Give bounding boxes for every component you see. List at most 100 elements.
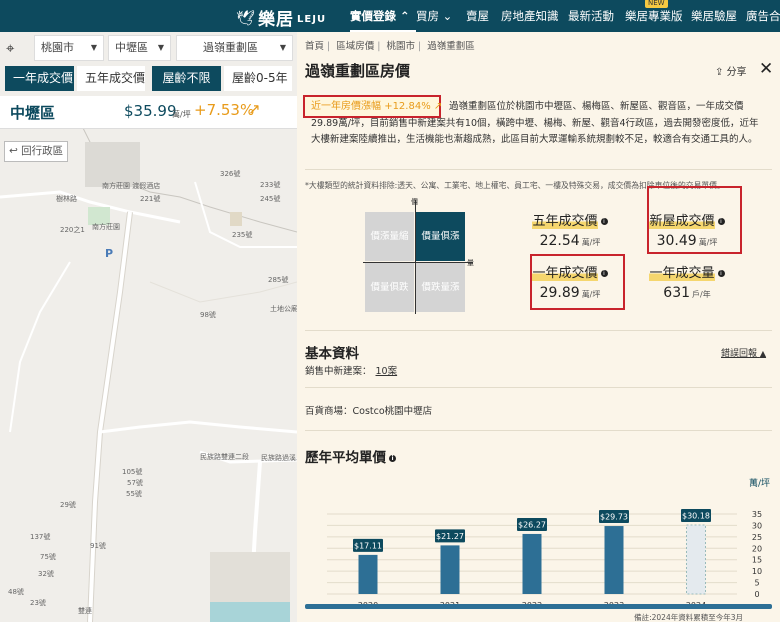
- chart-y-tick: 30: [752, 521, 762, 530]
- quadrant-cell-active: 價量俱漲: [416, 212, 465, 261]
- price-trend-badge: 近一年房價漲幅 +12.84% ↗: [303, 95, 443, 118]
- breadcrumb-city[interactable]: 桃園市: [387, 41, 416, 52]
- tab-five-year-price[interactable]: 五年成交價: [77, 66, 145, 91]
- chart-bar: [440, 545, 460, 594]
- detail-panel: 首頁 | 區域房價 | 桃園市 | 過嶺重劃區 過嶺重劃區房價 ⇪ 分享 ✕ 過嶺重劃…: [297, 32, 780, 622]
- trend-up-icon: ↗: [248, 100, 261, 118]
- leju-bird-icon: 🕊: [236, 8, 256, 27]
- chevron-down-icon: ▼: [157, 43, 164, 52]
- area-price: $35.99: [124, 102, 177, 120]
- map-label: 245號: [260, 195, 281, 203]
- map-label: 民族路雙連二段: [200, 453, 249, 461]
- nav-item-inspection[interactable]: 樂居驗屋: [691, 0, 746, 32]
- warning-icon: ▲: [759, 349, 767, 358]
- area-name: 中壢區: [10, 104, 56, 122]
- map-label: 285號: [268, 276, 289, 284]
- chevron-down-icon: ▼: [90, 43, 97, 52]
- chart-y-tick: 20: [752, 544, 762, 553]
- chart-bar: [604, 526, 624, 594]
- tab-age-any[interactable]: 屋齡不限: [152, 66, 221, 91]
- chart-data-label: $26.27: [518, 520, 546, 529]
- breadcrumb-zone[interactable]: 過嶺重劃區: [427, 41, 475, 52]
- nav-item-sell[interactable]: 賣屋: [466, 0, 501, 32]
- trend-label: 近一年房價漲幅: [311, 101, 381, 112]
- chart-y-tick: 10: [752, 567, 762, 576]
- tab-age-0-5[interactable]: 屋齡0-5年: [224, 66, 292, 91]
- chart-title-text: 歷年平均單價: [305, 450, 386, 466]
- trend-up-icon: ↗: [433, 101, 443, 112]
- stat-value: 631: [663, 285, 691, 301]
- area-summary-card[interactable]: 中壢區 $35.99 萬/坪 +7.53% ↗: [0, 96, 297, 129]
- divider: [305, 387, 772, 388]
- quadrant-cell: 價跌量漲: [416, 263, 465, 312]
- chart-data-label: $30.18: [682, 512, 710, 521]
- info-icon[interactable]: i: [600, 218, 608, 225]
- error-report-label: 錯誤回報: [721, 349, 758, 359]
- area-change: +7.53%: [194, 101, 255, 119]
- map-label: 雙連: [78, 607, 92, 615]
- divider: [305, 430, 772, 431]
- new-badge: NEW: [645, 0, 668, 8]
- map-label: 91號: [90, 542, 106, 550]
- back-arrow-icon: ↩: [9, 145, 22, 157]
- zone-select-value: 過嶺重劃區: [203, 41, 258, 54]
- stat-unit: 戶/年: [692, 290, 711, 299]
- chart-footnote: 備註:2024年資料累積至今年3月: [634, 612, 743, 622]
- share-label: 分享: [726, 67, 747, 78]
- map-label: 137號: [30, 533, 51, 541]
- nav-item-price-registry[interactable]: 實價登錄 ⌃: [350, 0, 416, 32]
- quadrant-axis-y: [415, 200, 416, 314]
- back-to-district-button[interactable]: ↩ 回行政區: [4, 141, 68, 162]
- nav-item-ads[interactable]: 廣告合作: [746, 0, 780, 32]
- divider: [305, 169, 772, 170]
- tab-one-year-price[interactable]: 一年成交價: [5, 66, 74, 91]
- top-navigation-bar: 🕊 樂居 LEJU 實價登錄 ⌃ 買房 ⌄ 賣屋 房地產知識 最新活動 樂居專業…: [0, 0, 780, 32]
- map-label: 29號: [60, 501, 76, 509]
- map-label: 土地公廟: [270, 305, 297, 313]
- logo-text: 樂居: [258, 10, 295, 30]
- close-icon[interactable]: ✕: [759, 59, 773, 79]
- breadcrumb-region[interactable]: 區域房價: [336, 41, 374, 52]
- share-icon: ⇪: [715, 67, 727, 78]
- parking-icon: P: [105, 247, 114, 260]
- map-label: 23號: [30, 599, 46, 607]
- quadrant-cell: 價漲量縮: [365, 212, 414, 261]
- leju-logo[interactable]: 🕊 樂居 LEJU: [236, 5, 326, 31]
- stat-one-year-volume: 一年成交量 i 631 戶/年: [632, 262, 742, 301]
- chart-data-label: $29.73: [600, 513, 628, 522]
- info-icon[interactable]: i: [389, 454, 396, 462]
- map-label: 105號: [122, 468, 143, 476]
- map-label: 235號: [232, 231, 253, 239]
- stat-value: 22.54: [539, 233, 580, 249]
- city-select[interactable]: 桃園市 ▼: [34, 35, 104, 61]
- area-price-unit: 萬/坪: [172, 110, 191, 119]
- locate-icon[interactable]: ⌖: [6, 39, 24, 57]
- district-select-value: 中壢區: [115, 41, 148, 54]
- map-label: 32號: [38, 570, 54, 578]
- chart-bar: [522, 533, 542, 594]
- map-label: 南方莊園 渡假酒店: [102, 182, 161, 190]
- main-nav: 實價登錄 ⌃ 買房 ⌄ 賣屋 房地產知識 最新活動 樂居專業版 NEW 樂居驗屋…: [350, 0, 780, 32]
- info-icon[interactable]: i: [717, 270, 725, 277]
- district-select[interactable]: 中壢區 ▼: [108, 35, 171, 61]
- price-history-chart: 萬/坪35302520151050$17.112020$21.272021$26…: [327, 477, 770, 622]
- nav-item-knowledge[interactable]: 房地產知識: [501, 0, 568, 32]
- nav-item-events[interactable]: 最新活動: [568, 0, 625, 32]
- zone-select[interactable]: 過嶺重劃區 ▼: [176, 35, 293, 61]
- error-report-link[interactable]: 錯誤回報 ▲: [721, 346, 766, 359]
- map-label: 75號: [40, 553, 56, 561]
- quadrant-axis-x-label: 量: [467, 259, 474, 267]
- nav-item-pro[interactable]: 樂居專業版 NEW: [625, 0, 691, 32]
- scroll-bar[interactable]: [305, 604, 772, 609]
- chart-y-tick: 35: [752, 510, 762, 519]
- map-label: 南方莊園: [92, 223, 120, 231]
- share-button[interactable]: ⇪ 分享: [715, 63, 747, 78]
- highlight-box: [530, 254, 625, 310]
- nav-item-buy[interactable]: 買房 ⌄: [416, 0, 466, 32]
- quadrant-cell: 價量俱跌: [365, 263, 414, 312]
- on-sale-link[interactable]: 10案: [376, 366, 398, 377]
- breadcrumb-home[interactable]: 首頁: [305, 41, 324, 52]
- chart-y-tick: 15: [752, 556, 762, 565]
- stat-label: 五年成交價: [532, 210, 598, 229]
- stat-five-year: 五年成交價 i 22.54 萬/坪: [515, 210, 625, 249]
